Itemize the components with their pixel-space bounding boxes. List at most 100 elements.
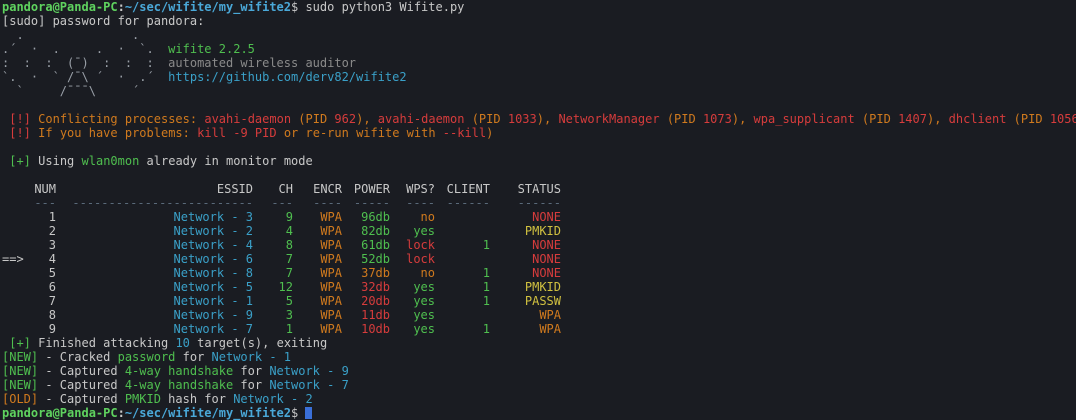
table-row[interactable]: 7 Network - 1 5 WPA 20db yes 1 PASSW (2, 294, 1076, 308)
cell-ch: 5 (285, 294, 293, 308)
table-row[interactable]: 5 Network - 8 7 WPA 37db no 1 NONE (2, 266, 1076, 280)
result-tag: [NEW] (2, 378, 39, 392)
result-line: [NEW] - Captured 4-way handshake for Net… (2, 364, 1076, 378)
logo-line-2: : : : (¯) : : : automated wireless audit… (2, 56, 1076, 70)
cell-status: NONE (532, 238, 561, 252)
cell-encr: WPA (320, 210, 342, 224)
result-target: Network - 9 (269, 364, 349, 378)
cell-status: PMKID (524, 224, 561, 238)
cell-client: 1 (482, 238, 490, 252)
cell-power: 37db (361, 266, 390, 280)
header-ch: CH (278, 182, 293, 196)
header-power: POWER (353, 182, 390, 196)
final-command-line[interactable]: pandora@Panda-PC:~/sec/wifite/my_wifite2… (2, 406, 1076, 420)
result-highlight: 4-way handshake (124, 364, 234, 378)
result-highlight: PMKID (124, 392, 161, 406)
cell-wps: yes (413, 322, 435, 336)
result-text: - Captured (38, 392, 125, 406)
warning-prefix: [!] (9, 112, 31, 126)
user-host: pandora@Panda-PC (2, 406, 118, 420)
cell-num: 4 (48, 252, 56, 266)
table-row[interactable]: 2 Network - 2 4 WPA 82db yes PMKID (2, 224, 1076, 238)
cell-status: NONE (532, 252, 561, 266)
process-name: avahi-daemon (377, 112, 465, 126)
cell-power: 11db (361, 308, 390, 322)
command-line: pandora@Panda-PC:~/sec/wifite/my_wifite2… (2, 0, 465, 14)
result-line: [OLD] - Captured PMKID hash for Network … (2, 392, 1076, 406)
monitor-text: already in monitor mode (146, 154, 313, 168)
header-client: CLIENT (446, 182, 490, 196)
info-prefix: [+] (9, 154, 31, 168)
cell-encr: WPA (320, 280, 342, 294)
finished-text: Finished attacking (38, 336, 169, 350)
logo-art: : : : (¯) : : : (2, 56, 154, 70)
monitor-text: Using (38, 154, 75, 168)
result-highlight: 4-way handshake (124, 378, 234, 392)
cell-client: 1 (482, 266, 490, 280)
table-row[interactable]: 9 Network - 7 1 WPA 10db yes 1 WPA (2, 322, 1076, 336)
cell-wps: lock (406, 238, 435, 252)
table-row[interactable]: 8 Network - 9 3 WPA 11db yes WPA (2, 308, 1076, 322)
process-list: avahi-daemon (PID 962), avahi-daemon (PI… (204, 112, 1076, 126)
cell-status: PASSW (524, 294, 561, 308)
sudo-prompt: [sudo] password for pandora: (2, 14, 205, 28)
table-header: NUM ESSID CH ENCR POWER WPS? CLIENT STATUS (2, 182, 1076, 196)
logo-line-3: `. · ` /¯\ ´ · .´ https://github.com/der… (2, 70, 1076, 84)
cell-status: NONE (532, 266, 561, 280)
cell-ch: 7 (285, 266, 293, 280)
targets-table: NUM ESSID CH ENCR POWER WPS? CLIENT STATUS --- -… (2, 182, 1076, 336)
terminal-window[interactable]: pandora@Panda-PC:~/sec/wifite/my_wifite2… (0, 0, 1076, 420)
cell-status: NONE (532, 210, 561, 224)
result-text: for (175, 350, 212, 364)
cell-power: 32db (361, 280, 390, 294)
cell-num: 5 (48, 266, 56, 280)
cell-ch: 12 (278, 280, 293, 294)
process-name: dhclient (948, 112, 1007, 126)
cell-power: 61db (361, 238, 390, 252)
cell-client: 1 (482, 280, 490, 294)
cell-power: 96db (361, 210, 390, 224)
cell-power: 20db (361, 294, 390, 308)
process-name: avahi-daemon (204, 112, 292, 126)
cell-num: 7 (48, 294, 56, 308)
process-pid: 1073 (702, 112, 732, 126)
problems-hint: [!] If you have problems: kill -9 PID or… (9, 126, 494, 140)
logo-line-0: . . (2, 28, 1076, 42)
cell-num: 3 (48, 238, 56, 252)
cell-num: 2 (48, 224, 56, 238)
header-wps: WPS? (406, 182, 435, 196)
cell-ch: 1 (285, 322, 293, 336)
table-row[interactable]: 1 Network - 3 9 WPA 96db no NONE (2, 210, 1076, 224)
interface-name: wlan0mon (81, 154, 140, 168)
cell-num: 9 (48, 322, 56, 336)
result-highlight: password (117, 350, 176, 364)
kill-command: kill -9 PID (197, 126, 277, 140)
tool-tagline: automated wireless auditor (168, 56, 357, 70)
table-row[interactable]: 6 Network - 5 12 WPA 32db yes 1 PMKID (2, 280, 1076, 294)
table-row[interactable]: 3 Network - 4 8 WPA 61db lock 1 NONE (2, 238, 1076, 252)
cell-encr: WPA (320, 252, 342, 266)
header-encr: ENCR (313, 182, 342, 196)
cell-client: 1 (482, 322, 490, 336)
cell-ch: 8 (285, 238, 293, 252)
cell-essid: Network - 6 (173, 252, 253, 266)
tool-version: 2.2.5 (218, 42, 255, 56)
result-text: - Captured (38, 364, 125, 378)
process-pid: 1407 (898, 112, 927, 126)
table-separator: --- ------------------------- --- ---- -----… (2, 196, 1076, 210)
table-row[interactable]: ==> 4 Network - 6 7 WPA 52db lock NONE (2, 252, 1076, 266)
result-tag: [OLD] (2, 392, 39, 406)
cell-wps: yes (413, 280, 435, 294)
cell-status: WPA (539, 308, 561, 322)
row-selector-arrow: ==> (2, 252, 24, 266)
cell-encr: WPA (320, 322, 342, 336)
cell-num: 1 (48, 210, 56, 224)
tool-url[interactable]: https://github.com/derv82/wifite2 (168, 70, 406, 84)
cell-encr: WPA (320, 294, 342, 308)
cell-essid: Network - 3 (173, 210, 253, 224)
cell-wps: yes (413, 308, 435, 322)
monitor-status: [+] Using wlan0mon already in monitor mo… (2, 154, 1076, 168)
